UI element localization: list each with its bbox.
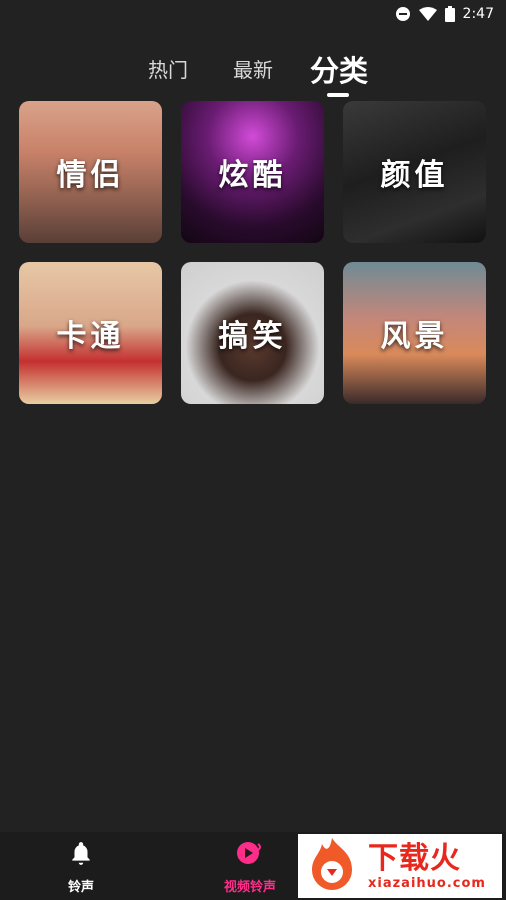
status-time: 2:47 [462, 6, 494, 22]
tab-latest[interactable]: 最新 [233, 54, 273, 83]
category-label: 颜值 [380, 158, 449, 193]
category-label: 炫酷 [218, 158, 287, 193]
category-card-scenery[interactable]: 风景 [343, 262, 486, 404]
nav-video-ringtones-label: 视频铃声 [224, 880, 277, 895]
category-card-looks[interactable]: 颜值 [343, 101, 486, 243]
battery-icon [444, 6, 455, 22]
category-card-funny[interactable]: 搞笑 [181, 262, 324, 404]
status-bar: 2:47 [0, 0, 506, 28]
category-grid: 情侣 炫酷 颜值 卡通 搞笑 风景 [19, 101, 486, 404]
category-label: 情侣 [56, 158, 125, 193]
nav-ringtones-label: 铃声 [68, 880, 95, 895]
category-label: 风景 [380, 319, 449, 354]
active-tab-indicator [327, 93, 349, 97]
category-tabs: 热门 最新 分类 [0, 40, 506, 97]
category-card-cartoon[interactable]: 卡通 [19, 262, 162, 404]
watermark-banner[interactable]: 下载火 xiazaihuo.com [298, 834, 502, 898]
nav-ringtones[interactable]: 铃声 [68, 840, 94, 895]
category-card-couple[interactable]: 情侣 [19, 101, 162, 243]
bottom-nav: 铃声 视频铃声 下载火 xiazaihuo.com [0, 832, 506, 900]
watermark-url: xiazaihuo.com [368, 875, 486, 891]
tab-hot[interactable]: 热门 [148, 54, 188, 83]
category-card-cool[interactable]: 炫酷 [181, 101, 324, 243]
nav-video-ringtones[interactable]: 视频铃声 [224, 840, 276, 895]
wifi-icon [418, 7, 437, 21]
video-ringtone-icon [236, 840, 264, 870]
watermark-title: 下载火 [368, 840, 461, 876]
bell-icon [68, 840, 94, 870]
category-label: 卡通 [56, 319, 125, 354]
flame-logo-icon [304, 836, 360, 896]
do-not-disturb-icon [395, 6, 411, 22]
tab-categories[interactable]: 分类 [310, 48, 368, 90]
category-label: 搞笑 [218, 319, 287, 354]
